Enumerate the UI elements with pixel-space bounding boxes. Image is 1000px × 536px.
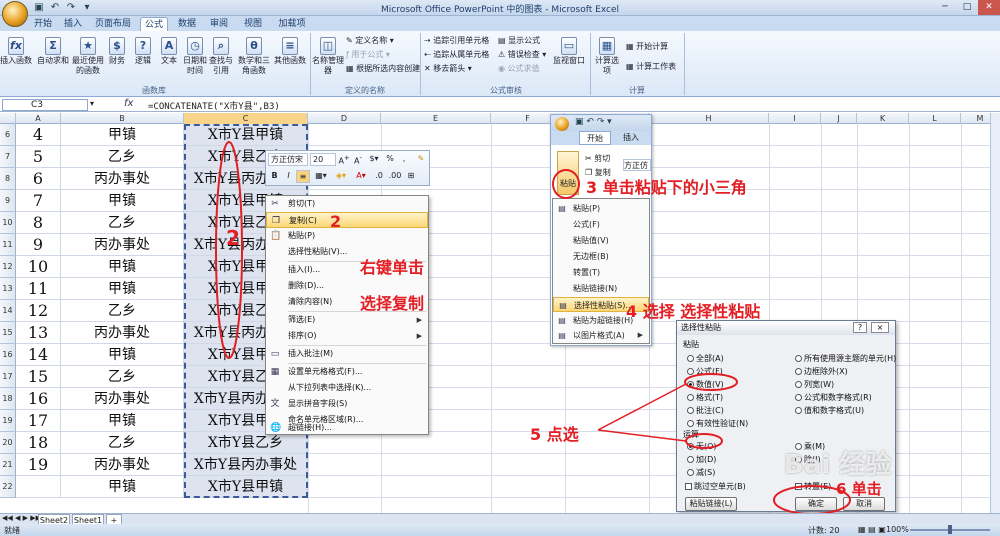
annotation-circle-paste [552, 169, 580, 199]
annotation-right-click: 右键单击 [360, 258, 425, 277]
annotation-step-3: 3 单击粘贴下的小三角 [586, 178, 747, 197]
annotation-step-2b: 2 [330, 212, 342, 231]
annotation-arrow-none [597, 429, 687, 442]
sheet-tab-bar: ◀◀ ◀ ▶ ▶▶ Sheet2 Sheet1 + [0, 513, 1000, 525]
status-ready: 就绪 [4, 526, 20, 535]
zoom-level[interactable]: 100% [886, 525, 909, 534]
status-bar: 就绪 计数: 20 ▦ ▤ ▣ 100% [0, 524, 1000, 536]
annotation-choose-copy: 选择复制 [360, 294, 425, 313]
annotation-ellipse-column [215, 141, 243, 359]
zoom-slider-thumb[interactable] [948, 525, 952, 534]
baidu-watermark: Bai 经验 [784, 450, 892, 480]
sheet-nav-arrows[interactable]: ◀◀ ◀ ▶ ▶▶ [2, 514, 41, 522]
status-count: 计数: 20 [808, 526, 840, 535]
annotation-circle-values [684, 373, 738, 391]
annotation-step-4: 4 选择 选择性粘贴 [626, 302, 761, 321]
annotation-step-5: 5 点选 [530, 425, 579, 444]
annotation-step-6: 6 单击 [836, 480, 882, 498]
view-mode-icons[interactable]: ▦ ▤ ▣ [858, 525, 886, 534]
annotation-step-2a: 2 [226, 226, 240, 250]
office-button[interactable] [2, 1, 28, 27]
annotation-arrow-values [597, 383, 687, 431]
annotation-circle-none [685, 433, 723, 449]
